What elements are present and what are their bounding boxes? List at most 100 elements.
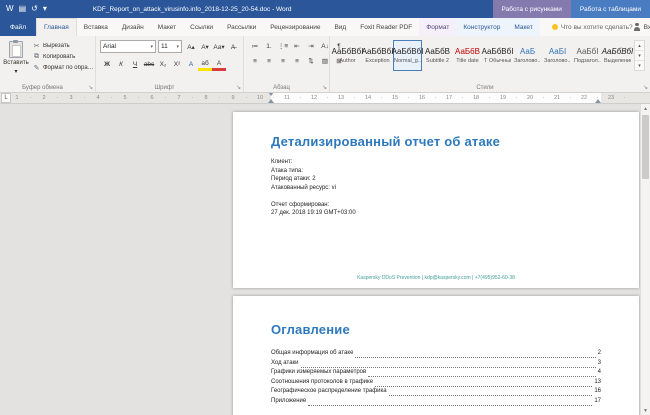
multilevel-list-button[interactable]: ⋮≡ [276,40,290,52]
toc-label: Географическое распределение трафика [271,388,387,398]
report-body: Клиент:Атака типа:Период атаки: 2Атакова… [271,158,601,218]
paragraph-dialog-launcher[interactable]: ↘ [322,85,327,91]
italic-button[interactable]: К [114,58,128,70]
style-preview: АаБбВбI [482,47,514,57]
clipboard-dialog-launcher[interactable]: ↘ [88,85,93,91]
underline-button[interactable]: Ч [128,58,142,70]
align-right-button[interactable]: ≡ [276,55,290,67]
shrink-font-button[interactable]: А▾ [198,41,212,53]
save-icon[interactable]: ▤ [19,0,27,18]
line-spacing-button[interactable]: ⇅ [304,55,318,67]
style-emphasis[interactable]: АаБбВбIВыделение [603,40,632,71]
gallery-up-button[interactable]: ▴ [635,41,644,51]
clear-formatting-button[interactable]: А̶ [226,41,240,53]
tab-layout[interactable]: Макет [151,18,183,36]
style-author[interactable]: АаБбВбIAuthor [333,40,362,71]
font-family-value: Arial [103,43,116,50]
paste-button[interactable]: Вставить ▾ [0,36,32,81]
tab-stop-selector[interactable]: L [1,93,11,103]
font-size-value: 11 [161,43,168,50]
ruler-number: 9 [226,95,240,101]
tab-mailings[interactable]: Рассылки [220,18,263,36]
tab-design[interactable]: Дизайн [115,18,151,36]
numbering-button[interactable]: 1. [262,40,276,52]
toc-entry[interactable]: Общая информация об атаке2 [271,350,601,360]
decrease-indent-button[interactable]: ⇤ [290,40,304,52]
toc-entry[interactable]: Географическое распределение трафика16 [271,388,601,398]
superscript-button[interactable]: X² [170,58,184,70]
table-of-contents: Общая информация об атаке2Ход атаки3Граф… [271,350,601,407]
copy-button[interactable]: ⧉Копировать [32,53,95,61]
paste-dropdown-arrow[interactable]: ▾ [14,69,17,76]
toc-leader [375,379,592,387]
cut-button[interactable]: ✂Вырезать [32,42,95,50]
bold-button[interactable]: Ж [100,58,114,70]
right-indent-marker[interactable] [595,99,601,103]
text-highlight-button[interactable]: аб [198,56,212,71]
tab-table-design[interactable]: Конструктор [456,18,507,36]
tell-me-box[interactable]: Что вы хотите сделать? [540,18,633,36]
ruler-number: 19 [496,95,510,101]
document-text-line: 27 дек. 2018 19:19 GMT+03:00 [271,209,601,218]
tab-review[interactable]: Рецензирование [263,18,327,36]
subscript-button[interactable]: X₂ [156,58,170,70]
ruler-number: 5 [118,95,132,101]
document-page-2[interactable]: Оглавление Общая информация об атаке2Ход… [233,296,639,415]
justify-button[interactable]: ≡ [290,55,304,67]
style-subtitle[interactable]: АаБбIПодзагол... [573,40,602,71]
style-exception[interactable]: АаБбВбIException [363,40,392,71]
qat-menu-icon[interactable]: ▾ [43,0,47,18]
word-logo-icon[interactable]: W [6,0,14,18]
bullets-button[interactable]: ≔ [248,40,262,52]
tab-picture-format[interactable]: Формат [419,18,456,36]
font-color-button[interactable]: А [212,56,226,71]
person-icon [633,23,641,32]
gallery-more-button[interactable]: ▾ [635,61,644,70]
style-subtitle-2[interactable]: АаБбВSubtitle 2 [423,40,452,71]
tab-table-layout[interactable]: Макет [507,18,539,36]
text-effects-button[interactable]: А [184,58,198,70]
style-title-date[interactable]: АаБ6ВTitle date [453,40,482,71]
font-dialog-launcher[interactable]: ↘ [236,85,241,91]
tab-view[interactable]: Вид [327,18,353,36]
style-heading-2[interactable]: АаБIЗаголово... [543,40,572,71]
align-left-button[interactable]: ≡ [248,55,262,67]
ruler-number: 10 [253,95,267,101]
grow-font-button[interactable]: А▴ [184,41,198,53]
format-painter-button[interactable]: ✎Формат по образцу [32,64,95,72]
tab-references[interactable]: Ссылки [183,18,220,36]
tab-file[interactable]: Файл [0,18,36,36]
horizontal-ruler[interactable]: 1·2·3·4·5·6·7·8·9·10·11·12·13·14·15·16·1… [0,92,650,104]
toc-entry[interactable]: Ход атаки3 [271,360,601,370]
sign-in-button[interactable]: Вход [633,18,650,36]
scroll-down-arrow[interactable]: ▼ [641,406,650,415]
styles-dialog-launcher[interactable]: ↘ [643,85,648,91]
strikethrough-button[interactable]: abc [142,58,156,70]
style-t-normal[interactable]: АаБбВбIТ Обычный [483,40,512,71]
toc-entry[interactable]: Соотношения протоколов в трафике13 [271,379,601,389]
toc-entry[interactable]: Графики измеряемых параметров4 [271,369,601,379]
contextual-group-table-tools[interactable]: Работа с таблицами [571,0,650,18]
scroll-up-arrow[interactable]: ▲ [641,104,650,113]
style-preview: АаБбI [577,47,599,57]
toc-entry[interactable]: Приложение17 [271,398,601,408]
tab-insert[interactable]: Вставка [77,18,115,36]
ruler-number: 18 [469,95,483,101]
gallery-down-button[interactable]: ▾ [635,51,644,61]
document-page-1[interactable]: Детализированный отчет об атаке Клиент:А… [233,112,639,288]
align-center-button[interactable]: ≡ [262,55,276,67]
style-heading-1[interactable]: АаБЗаголово... [513,40,542,71]
style-normal-g[interactable]: АаБбВбINormal_g... [393,40,422,71]
change-case-button[interactable]: Аа▾ [212,41,226,53]
font-family-combo[interactable]: Arial ▾ [100,40,156,53]
scrollbar-thumb[interactable] [642,115,649,179]
font-size-combo[interactable]: 11 ▾ [158,40,182,53]
contextual-group-picture-tools[interactable]: Работа с рисунками [493,0,571,18]
increase-indent-button[interactable]: ⇥ [304,40,318,52]
document-text-line: Период атаки: 2 [271,175,601,184]
tab-foxit[interactable]: Foxit Reader PDF [353,18,419,36]
hanging-indent-marker[interactable] [268,99,274,103]
vertical-scrollbar[interactable]: ▲ ▼ [640,104,650,415]
undo-icon[interactable]: ↺ [31,0,38,18]
tab-home[interactable]: Главная [36,18,77,36]
